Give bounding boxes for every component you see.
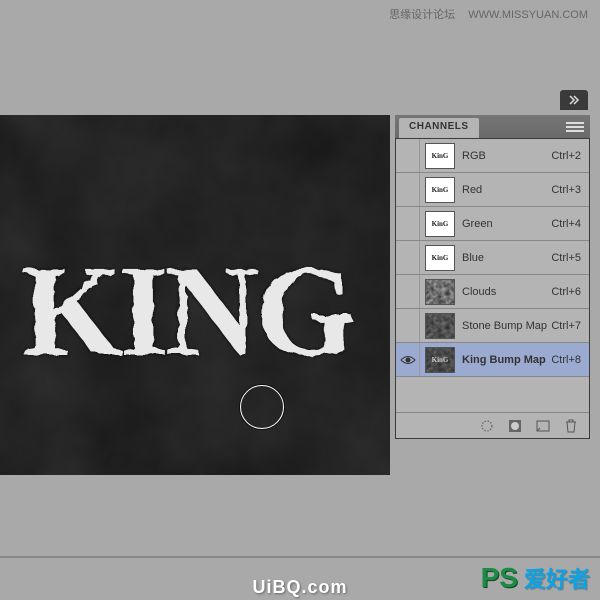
channel-row[interactable]: KinG King Bump MapCtrl+8 — [396, 343, 589, 377]
channel-shortcut: Ctrl+2 — [551, 150, 583, 162]
channel-thumbnail: KinG — [425, 143, 455, 169]
visibility-toggle[interactable] — [396, 343, 420, 376]
channel-shortcut: Ctrl+8 — [551, 354, 583, 366]
visibility-toggle[interactable] — [396, 309, 420, 342]
channel-row[interactable]: Stone Bump MapCtrl+7 — [396, 309, 589, 343]
chevron-right-icon — [568, 95, 580, 105]
channel-thumbnail: KinG — [425, 211, 455, 237]
footer-url: UiBQ.com — [0, 577, 600, 598]
header-watermark: 思缘设计论坛 WWW.MISSYUAN.COM — [389, 6, 588, 22]
channel-shortcut: Ctrl+3 — [551, 184, 583, 196]
channel-row[interactable]: KinG RGBCtrl+2 — [396, 139, 589, 173]
channel-thumbnail — [425, 279, 455, 305]
visibility-toggle[interactable] — [396, 173, 420, 206]
channel-shortcut: Ctrl+4 — [551, 218, 583, 230]
channel-name: Blue — [460, 252, 551, 264]
channel-row[interactable]: KinG BlueCtrl+5 — [396, 241, 589, 275]
header-url: WWW.MISSYUAN.COM — [468, 9, 588, 21]
channel-row[interactable]: CloudsCtrl+6 — [396, 275, 589, 309]
visibility-toggle[interactable] — [396, 139, 420, 172]
load-selection-icon[interactable] — [479, 418, 495, 434]
eye-icon — [400, 354, 416, 366]
channel-thumbnail: KinG — [425, 245, 455, 271]
visibility-toggle[interactable] — [396, 207, 420, 240]
channel-name: Green — [460, 218, 551, 230]
canvas-text: KING — [20, 245, 351, 375]
channel-name: RGB — [460, 150, 551, 162]
channel-shortcut: Ctrl+6 — [551, 286, 583, 298]
channel-shortcut: Ctrl+5 — [551, 252, 583, 264]
channel-thumbnail — [425, 313, 455, 339]
channel-thumbnail: KinG — [425, 347, 455, 373]
channel-name: Red — [460, 184, 551, 196]
save-selection-mask-icon[interactable] — [507, 418, 523, 434]
channel-name: King Bump Map — [460, 354, 551, 366]
document-canvas[interactable]: KING — [0, 115, 390, 475]
tab-channels[interactable]: CHANNELS — [399, 118, 479, 138]
channels-panel: CHANNELS KinG RGBCtrl+2 KinG RedCtrl+3 KinG G… — [395, 115, 590, 439]
channel-name: Clouds — [460, 286, 551, 298]
channel-shortcut: Ctrl+7 — [551, 320, 583, 332]
divider — [0, 556, 600, 558]
channel-thumbnail: KinG — [425, 177, 455, 203]
visibility-toggle[interactable] — [396, 241, 420, 274]
panel-menu-button[interactable] — [566, 120, 584, 134]
brush-cursor — [240, 385, 284, 429]
panel-footer — [396, 412, 589, 438]
trash-icon[interactable] — [563, 418, 579, 434]
channel-row[interactable]: KinG RedCtrl+3 — [396, 173, 589, 207]
channel-list: KinGRGBCtrl+2KinGRedCtrl+3KinGGreenCtrl+… — [395, 139, 590, 439]
panel-collapse-button[interactable] — [560, 90, 588, 110]
channel-name: Stone Bump Map — [460, 320, 551, 332]
channel-row[interactable]: KinG GreenCtrl+4 — [396, 207, 589, 241]
new-channel-icon[interactable] — [535, 418, 551, 434]
visibility-toggle[interactable] — [396, 275, 420, 308]
header-cn: 思缘设计论坛 — [389, 9, 455, 21]
panel-tab-bar: CHANNELS — [395, 115, 590, 139]
